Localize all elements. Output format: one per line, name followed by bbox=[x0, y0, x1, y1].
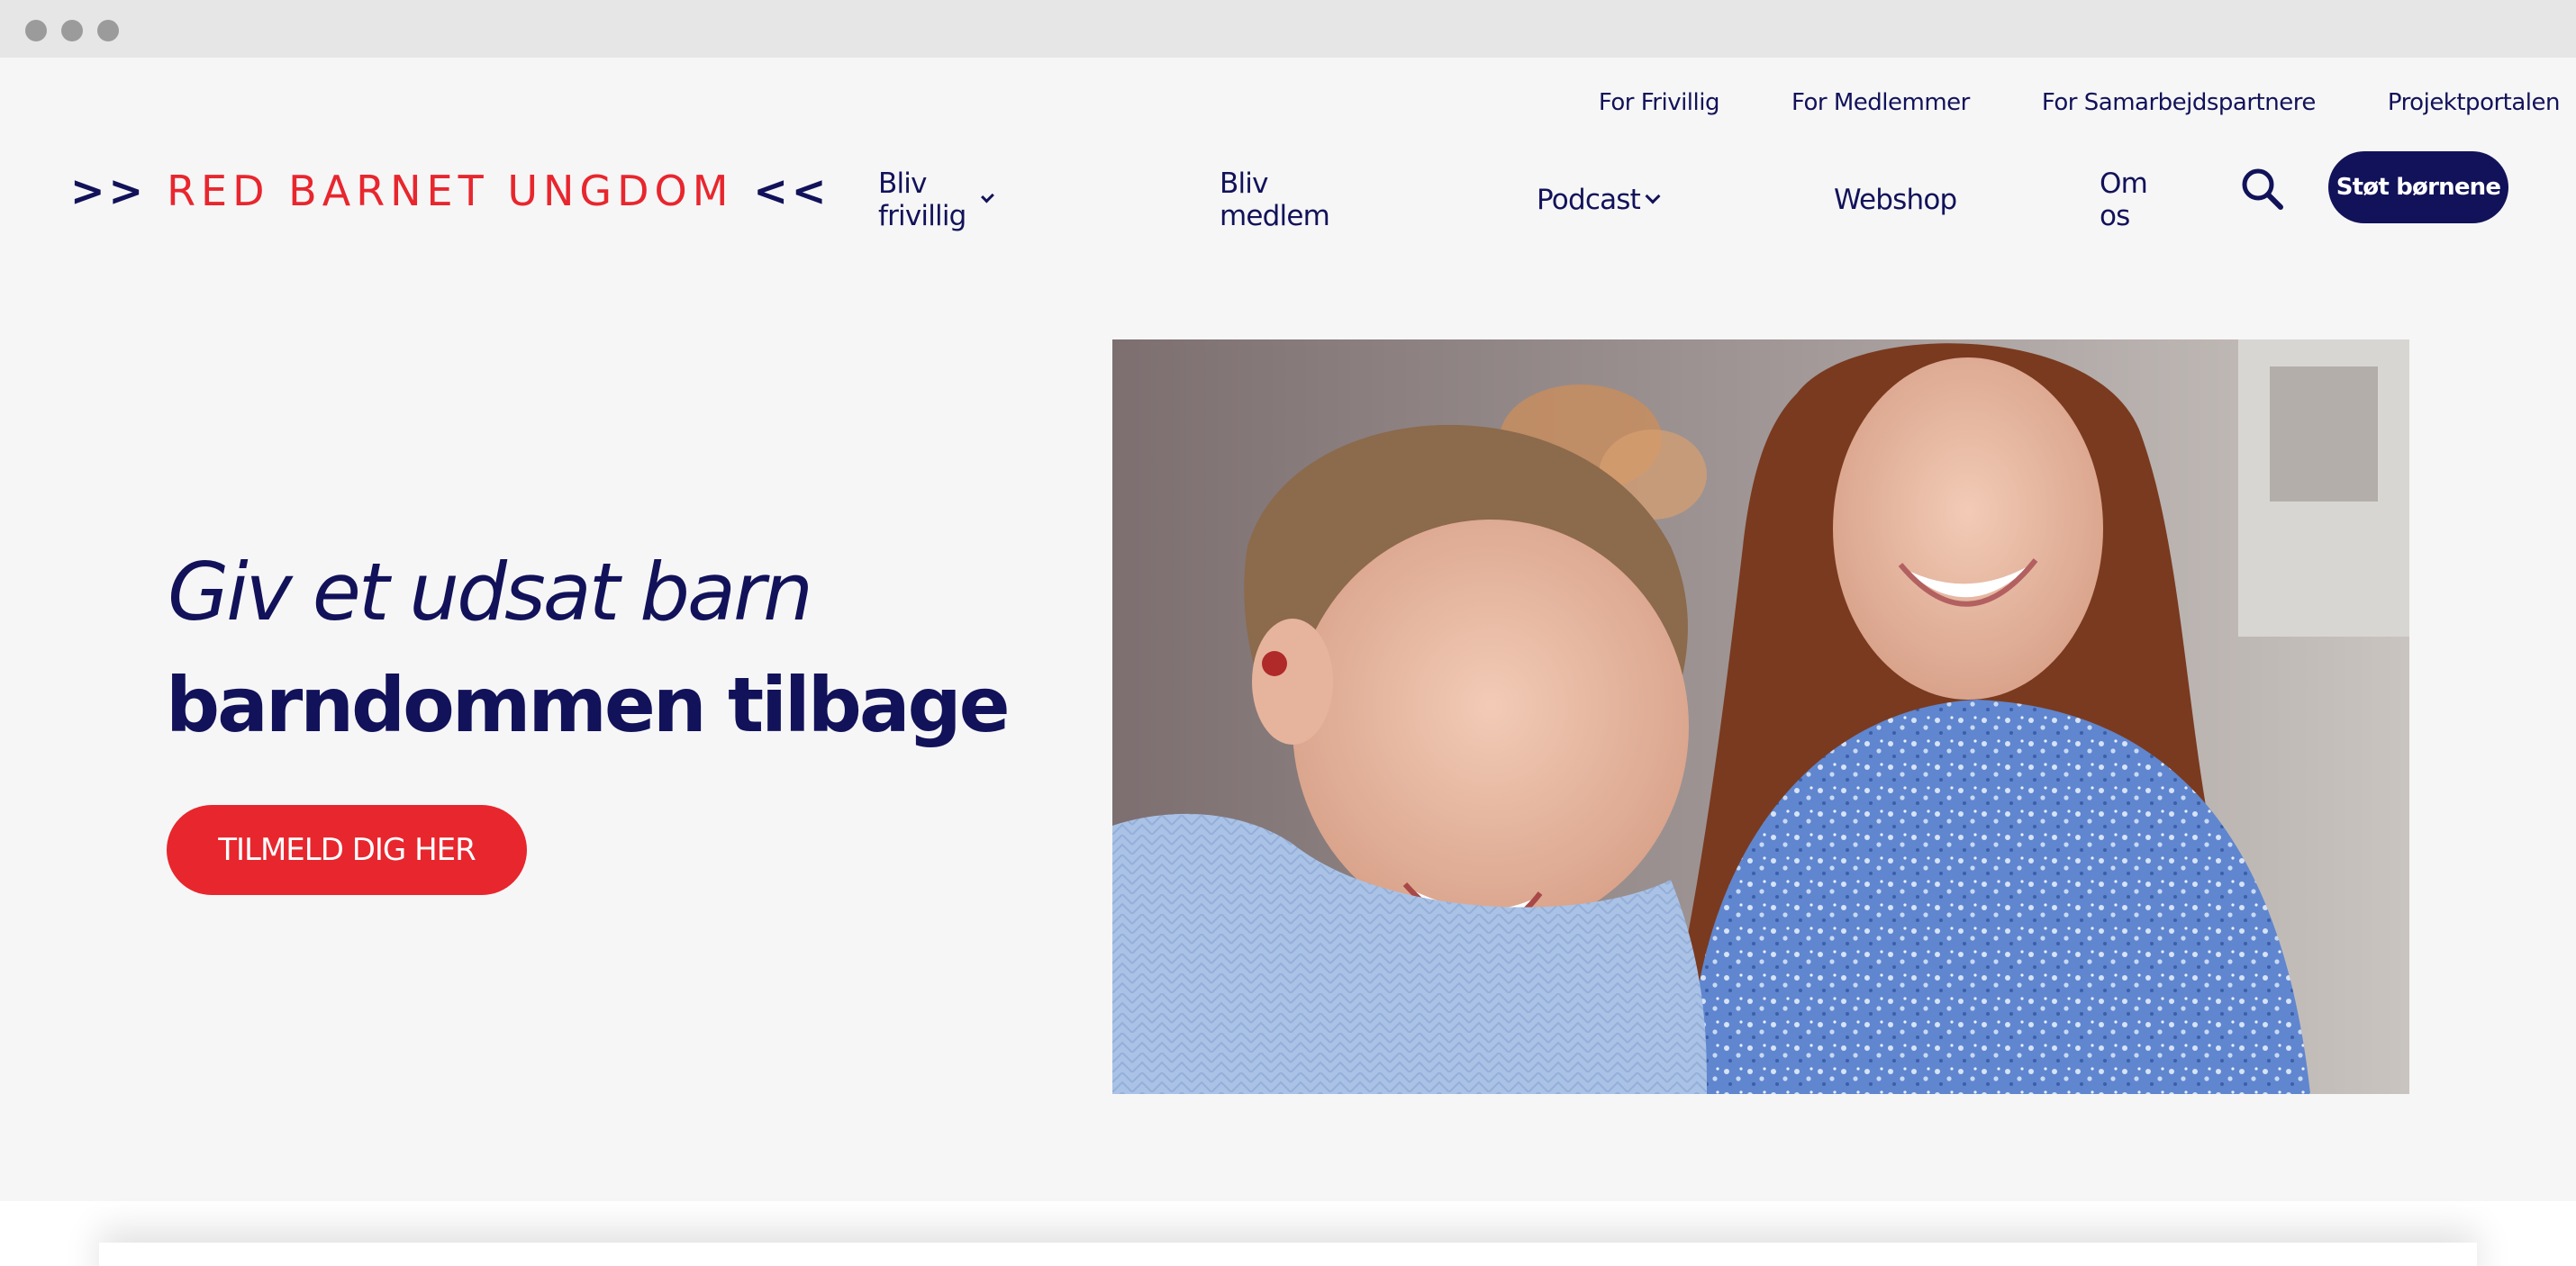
search-icon bbox=[2242, 168, 2283, 210]
utility-link-frivillig[interactable]: For Frivillig bbox=[1599, 85, 1720, 121]
utility-link-samarbejdspartnere[interactable]: For Samarbejdspartnere bbox=[2042, 85, 2316, 121]
next-section-card bbox=[99, 1243, 2477, 1266]
nav-label: Podcast bbox=[1537, 184, 1641, 216]
utility-link-medlemmer[interactable]: For Medlemmer bbox=[1791, 85, 1970, 121]
nav-label: Webshop bbox=[1834, 184, 1957, 216]
utility-link-projektportalen[interactable]: Projektportalen bbox=[2388, 85, 2561, 121]
signup-button[interactable]: TILMELD DIG HER bbox=[167, 805, 527, 895]
window-close-dot[interactable] bbox=[25, 20, 47, 41]
nav-label: Om os bbox=[2100, 167, 2148, 232]
hero-headline-line1: Giv et udsat barn bbox=[168, 546, 813, 638]
hero-photo-illustration bbox=[1112, 339, 2409, 1094]
hero-headline-line2: barndommen tilbage bbox=[166, 661, 1011, 749]
page: For Frivillig For Medlemmer For Samarbej… bbox=[0, 58, 2576, 1201]
nav-label: Bliv medlem bbox=[1220, 167, 1330, 232]
nav-item-webshop[interactable]: Webshop bbox=[1834, 164, 1957, 236]
nav-item-bliv-medlem[interactable]: Bliv medlem bbox=[1220, 164, 1330, 236]
window-minimize-dot[interactable] bbox=[61, 20, 83, 41]
site-logo[interactable]: >> RED BARNET UNGDOM << bbox=[70, 164, 830, 218]
nav-item-podcast[interactable]: Podcast bbox=[1537, 164, 1661, 236]
utility-nav: For Frivillig For Medlemmer For Samarbej… bbox=[1527, 85, 2561, 121]
donate-button[interactable]: Støt børnene bbox=[2328, 151, 2508, 223]
hero-photo bbox=[1112, 339, 2409, 1094]
window-maximize-dot[interactable] bbox=[97, 20, 119, 41]
chevron-down-icon bbox=[1645, 188, 1661, 204]
nav-item-bliv-frivillig[interactable]: Bliv frivillig bbox=[878, 164, 994, 236]
logo-arrows-right: << bbox=[753, 167, 830, 215]
logo-arrows-left: >> bbox=[70, 167, 148, 215]
next-section bbox=[0, 1201, 2576, 1266]
nav-item-om-os[interactable]: Om os bbox=[2100, 164, 2148, 236]
logo-wordmark: RED BARNET UNGDOM bbox=[167, 167, 734, 215]
browser-chrome bbox=[0, 0, 2576, 58]
chevron-down-icon bbox=[980, 189, 994, 203]
nav-label: Bliv frivillig bbox=[878, 167, 966, 232]
search-button[interactable] bbox=[2237, 164, 2288, 214]
